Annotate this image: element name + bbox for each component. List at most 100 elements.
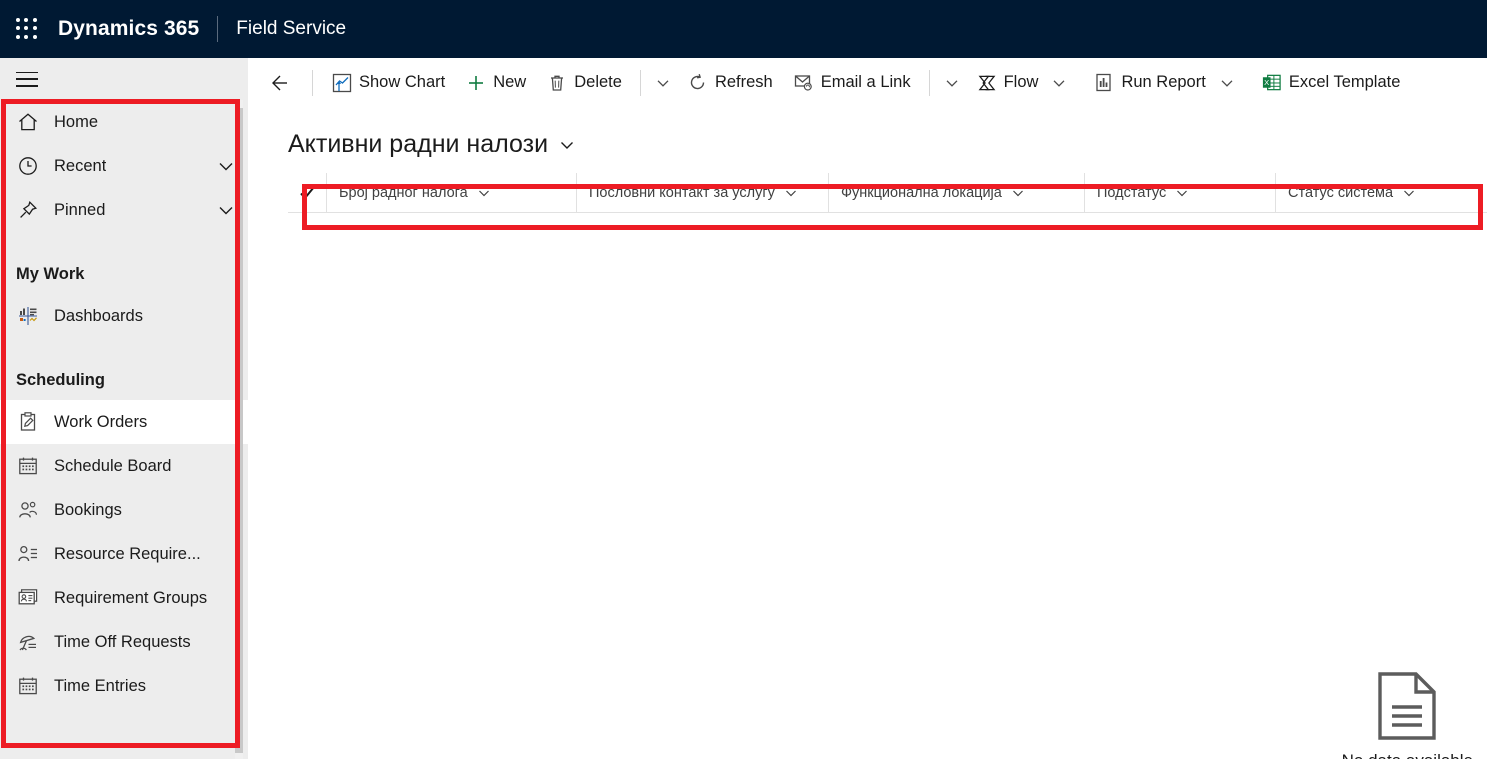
- time-entries-icon: [16, 674, 40, 698]
- chevron-down-icon[interactable]: [1174, 185, 1190, 201]
- column-header-functional-location[interactable]: Функционална локација: [828, 173, 1084, 212]
- trash-icon: [546, 72, 567, 93]
- flow-button[interactable]: Flow: [966, 63, 1084, 103]
- run-report-label: Run Report: [1121, 73, 1206, 91]
- email-link-icon: [793, 72, 814, 93]
- select-all-checkbox[interactable]: [288, 173, 326, 212]
- email-a-link-label: Email a Link: [820, 73, 911, 91]
- time-off-icon: [16, 630, 40, 654]
- nav-spacer-2: [0, 338, 248, 360]
- delete-label: Delete: [574, 73, 622, 91]
- sidebar-scrollbar-thumb[interactable]: [235, 108, 243, 753]
- svg-text:X: X: [1264, 78, 1269, 87]
- column-header-label: Функционална локација: [841, 184, 1002, 201]
- arrow-left-icon: [272, 75, 287, 90]
- column-header-label: Статус система: [1288, 184, 1394, 201]
- empty-state-text: No data available: [1342, 751, 1473, 759]
- brand-title[interactable]: Dynamics 365: [58, 17, 199, 41]
- chevron-down-icon[interactable]: [216, 156, 236, 176]
- calendar-icon: [16, 454, 40, 478]
- sidebar-item-bookings[interactable]: Bookings: [0, 488, 248, 532]
- page-title: Активни радни налози: [288, 130, 549, 158]
- view-header: Активни радни налози: [248, 108, 1487, 173]
- nav-list: Home Recent Pinned My Work Dashboards Sc…: [0, 100, 248, 708]
- command-divider-3: [928, 69, 930, 96]
- sidebar-item-work-orders[interactable]: Work Orders: [0, 400, 248, 444]
- sidebar-item-requirement-groups[interactable]: Requirement Groups: [0, 576, 248, 620]
- plus-icon: [465, 72, 486, 93]
- chevron-down-icon[interactable]: [1010, 185, 1026, 201]
- run-report-caret[interactable]: [1213, 63, 1241, 103]
- email-a-link-button[interactable]: Email a Link: [783, 63, 921, 103]
- sidebar-item-label: Home: [54, 112, 99, 131]
- column-header-system-status[interactable]: Статус система: [1275, 173, 1487, 212]
- view-selector-chevron-down-icon[interactable]: [557, 135, 577, 155]
- email-overflow-caret[interactable]: [938, 63, 966, 103]
- sidebar-item-label: Bookings: [54, 500, 122, 519]
- sidebar-item-time-entries[interactable]: Time Entries: [0, 664, 248, 708]
- command-divider: [312, 69, 313, 96]
- requirement-groups-icon: [16, 586, 40, 610]
- refresh-button[interactable]: Refresh: [677, 63, 783, 103]
- resource-requirement-icon: [16, 542, 40, 566]
- sidebar-item-label: Pinned: [54, 200, 106, 219]
- header-divider: [217, 16, 219, 42]
- dashboards-icon: [16, 304, 40, 328]
- chevron-down-icon[interactable]: [476, 185, 492, 201]
- sidebar-item-dashboards[interactable]: Dashboards: [0, 294, 248, 338]
- main-content: Активни радни налози Број радног налога: [248, 108, 1487, 759]
- sidebar-item-label: Time Entries: [54, 676, 146, 695]
- sidebar-item-label: Resource Require...: [54, 544, 201, 563]
- command-bar: Show Chart New Delete Refresh Email a Li…: [248, 58, 1487, 108]
- back-button[interactable]: [264, 68, 294, 98]
- chevron-down-icon[interactable]: [216, 200, 236, 220]
- sidebar-item-label: Recent: [54, 156, 107, 175]
- refresh-label: Refresh: [714, 73, 773, 91]
- nav-toggle-wrap: [0, 58, 248, 100]
- chevron-down-icon[interactable]: [1401, 185, 1417, 201]
- hamburger-icon[interactable]: [16, 71, 38, 87]
- new-button[interactable]: New: [455, 63, 536, 103]
- clock-icon: [16, 154, 40, 178]
- chevron-down-icon: [1053, 79, 1065, 87]
- flow-icon: [976, 72, 997, 93]
- column-header-label: Број радног налога: [339, 184, 468, 201]
- chevron-down-icon: [1221, 79, 1233, 87]
- flow-caret[interactable]: [1045, 63, 1073, 103]
- chevron-down-icon[interactable]: [783, 185, 799, 201]
- sidebar-item-schedule-board[interactable]: Schedule Board: [0, 444, 248, 488]
- work-order-icon: [16, 410, 40, 434]
- sidebar-item-pinned[interactable]: Pinned: [0, 188, 248, 232]
- chevron-down-icon: [657, 79, 669, 87]
- sidebar-item-label: Work Orders: [54, 412, 148, 431]
- nav-group-my-work: My Work: [16, 264, 85, 283]
- delete-button[interactable]: Delete: [536, 63, 632, 103]
- grid-header-row: Број радног налога Пословни контакт за у…: [288, 173, 1487, 213]
- site-map-navigation: Home Recent Pinned My Work Dashboards Sc…: [0, 58, 248, 759]
- delete-overflow-caret[interactable]: [649, 63, 677, 103]
- show-chart-icon: [331, 72, 352, 93]
- excel-template-button[interactable]: X Excel Template: [1251, 63, 1411, 103]
- sidebar-item-resource-requirements[interactable]: Resource Require...: [0, 532, 248, 576]
- column-header-substatus[interactable]: Подстатус: [1084, 173, 1275, 212]
- pin-icon: [16, 198, 40, 222]
- empty-state: No data available: [1342, 671, 1473, 759]
- app-launcher-icon[interactable]: [16, 18, 38, 40]
- excel-template-label: Excel Template: [1288, 73, 1401, 91]
- app-name[interactable]: Field Service: [236, 18, 346, 40]
- sidebar-item-label: Requirement Groups: [54, 588, 208, 607]
- home-icon: [16, 110, 40, 134]
- sidebar-item-label: Time Off Requests: [54, 632, 191, 651]
- column-header-work-order-number[interactable]: Број радног налога: [326, 173, 576, 212]
- run-report-button[interactable]: Run Report: [1083, 63, 1250, 103]
- new-label: New: [493, 73, 527, 91]
- sidebar-item-home[interactable]: Home: [0, 100, 248, 144]
- show-chart-button[interactable]: Show Chart: [321, 63, 455, 103]
- flow-label: Flow: [1003, 73, 1039, 91]
- column-header-service-account[interactable]: Пословни контакт за услугу: [576, 173, 828, 212]
- refresh-icon: [687, 72, 708, 93]
- sidebar-item-label: Dashboards: [54, 306, 143, 325]
- sidebar-item-recent[interactable]: Recent: [0, 144, 248, 188]
- sidebar-item-time-off-requests[interactable]: Time Off Requests: [0, 620, 248, 664]
